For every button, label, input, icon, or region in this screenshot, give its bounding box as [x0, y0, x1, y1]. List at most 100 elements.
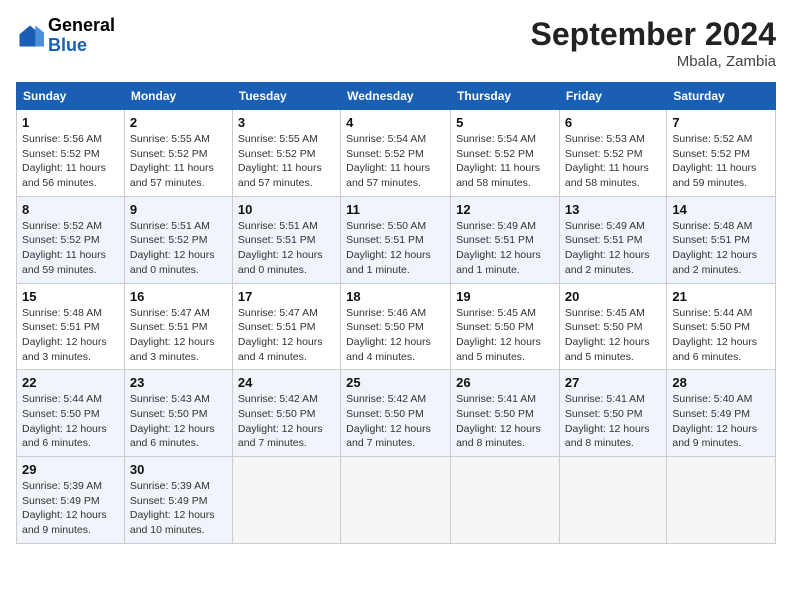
day-info: Sunrise: 5:54 AM Sunset: 5:52 PM Dayligh… [346, 132, 445, 191]
day-number: 18 [346, 289, 445, 304]
table-row: 13 Sunrise: 5:49 AM Sunset: 5:51 PM Dayl… [559, 196, 666, 283]
calendar-row: 8 Sunrise: 5:52 AM Sunset: 5:52 PM Dayli… [17, 196, 776, 283]
day-info: Sunrise: 5:46 AM Sunset: 5:50 PM Dayligh… [346, 306, 445, 365]
calendar-header-row: Sunday Monday Tuesday Wednesday Thursday… [17, 83, 776, 110]
title-section: September 2024 Mbala, Zambia [531, 16, 776, 70]
day-info: Sunrise: 5:51 AM Sunset: 5:51 PM Dayligh… [238, 219, 335, 278]
table-row: 19 Sunrise: 5:45 AM Sunset: 5:50 PM Dayl… [451, 283, 560, 370]
col-tuesday: Tuesday [232, 83, 340, 110]
day-number: 20 [565, 289, 661, 304]
calendar-row: 29 Sunrise: 5:39 AM Sunset: 5:49 PM Dayl… [17, 457, 776, 544]
col-saturday: Saturday [667, 83, 776, 110]
day-info: Sunrise: 5:45 AM Sunset: 5:50 PM Dayligh… [456, 306, 554, 365]
day-info: Sunrise: 5:54 AM Sunset: 5:52 PM Dayligh… [456, 132, 554, 191]
day-info: Sunrise: 5:49 AM Sunset: 5:51 PM Dayligh… [565, 219, 661, 278]
day-number: 15 [22, 289, 119, 304]
logo-icon [16, 22, 44, 50]
day-info: Sunrise: 5:53 AM Sunset: 5:52 PM Dayligh… [565, 132, 661, 191]
day-info: Sunrise: 5:55 AM Sunset: 5:52 PM Dayligh… [238, 132, 335, 191]
day-info: Sunrise: 5:41 AM Sunset: 5:50 PM Dayligh… [456, 392, 554, 451]
table-row: 21 Sunrise: 5:44 AM Sunset: 5:50 PM Dayl… [667, 283, 776, 370]
day-number: 1 [22, 115, 119, 130]
day-info: Sunrise: 5:39 AM Sunset: 5:49 PM Dayligh… [22, 479, 119, 538]
day-number: 9 [130, 202, 227, 217]
day-info: Sunrise: 5:55 AM Sunset: 5:52 PM Dayligh… [130, 132, 227, 191]
day-number: 28 [672, 375, 770, 390]
day-info: Sunrise: 5:39 AM Sunset: 5:49 PM Dayligh… [130, 479, 227, 538]
day-number: 13 [565, 202, 661, 217]
table-row [559, 457, 666, 544]
day-number: 12 [456, 202, 554, 217]
day-number: 26 [456, 375, 554, 390]
table-row: 8 Sunrise: 5:52 AM Sunset: 5:52 PM Dayli… [17, 196, 125, 283]
table-row: 12 Sunrise: 5:49 AM Sunset: 5:51 PM Dayl… [451, 196, 560, 283]
logo-blue: Blue [48, 36, 115, 56]
table-row: 15 Sunrise: 5:48 AM Sunset: 5:51 PM Dayl… [17, 283, 125, 370]
day-info: Sunrise: 5:40 AM Sunset: 5:49 PM Dayligh… [672, 392, 770, 451]
day-info: Sunrise: 5:41 AM Sunset: 5:50 PM Dayligh… [565, 392, 661, 451]
day-number: 2 [130, 115, 227, 130]
table-row [341, 457, 451, 544]
day-info: Sunrise: 5:49 AM Sunset: 5:51 PM Dayligh… [456, 219, 554, 278]
day-number: 14 [672, 202, 770, 217]
col-wednesday: Wednesday [341, 83, 451, 110]
day-number: 3 [238, 115, 335, 130]
day-number: 25 [346, 375, 445, 390]
table-row: 11 Sunrise: 5:50 AM Sunset: 5:51 PM Dayl… [341, 196, 451, 283]
day-number: 27 [565, 375, 661, 390]
day-info: Sunrise: 5:52 AM Sunset: 5:52 PM Dayligh… [22, 219, 119, 278]
day-info: Sunrise: 5:44 AM Sunset: 5:50 PM Dayligh… [672, 306, 770, 365]
table-row: 29 Sunrise: 5:39 AM Sunset: 5:49 PM Dayl… [17, 457, 125, 544]
table-row: 6 Sunrise: 5:53 AM Sunset: 5:52 PM Dayli… [559, 110, 666, 197]
day-number: 24 [238, 375, 335, 390]
table-row [667, 457, 776, 544]
day-info: Sunrise: 5:42 AM Sunset: 5:50 PM Dayligh… [346, 392, 445, 451]
logo: General Blue [16, 16, 115, 56]
table-row: 27 Sunrise: 5:41 AM Sunset: 5:50 PM Dayl… [559, 370, 666, 457]
day-info: Sunrise: 5:51 AM Sunset: 5:52 PM Dayligh… [130, 219, 227, 278]
day-info: Sunrise: 5:43 AM Sunset: 5:50 PM Dayligh… [130, 392, 227, 451]
table-row: 30 Sunrise: 5:39 AM Sunset: 5:49 PM Dayl… [124, 457, 232, 544]
location: Mbala, Zambia [531, 53, 776, 70]
day-info: Sunrise: 5:44 AM Sunset: 5:50 PM Dayligh… [22, 392, 119, 451]
table-row: 1 Sunrise: 5:56 AM Sunset: 5:52 PM Dayli… [17, 110, 125, 197]
table-row: 4 Sunrise: 5:54 AM Sunset: 5:52 PM Dayli… [341, 110, 451, 197]
table-row: 24 Sunrise: 5:42 AM Sunset: 5:50 PM Dayl… [232, 370, 340, 457]
day-number: 5 [456, 115, 554, 130]
day-number: 8 [22, 202, 119, 217]
day-info: Sunrise: 5:42 AM Sunset: 5:50 PM Dayligh… [238, 392, 335, 451]
table-row: 22 Sunrise: 5:44 AM Sunset: 5:50 PM Dayl… [17, 370, 125, 457]
table-row: 20 Sunrise: 5:45 AM Sunset: 5:50 PM Dayl… [559, 283, 666, 370]
day-number: 11 [346, 202, 445, 217]
day-info: Sunrise: 5:47 AM Sunset: 5:51 PM Dayligh… [130, 306, 227, 365]
day-number: 19 [456, 289, 554, 304]
day-number: 4 [346, 115, 445, 130]
table-row: 3 Sunrise: 5:55 AM Sunset: 5:52 PM Dayli… [232, 110, 340, 197]
table-row: 7 Sunrise: 5:52 AM Sunset: 5:52 PM Dayli… [667, 110, 776, 197]
table-row: 10 Sunrise: 5:51 AM Sunset: 5:51 PM Dayl… [232, 196, 340, 283]
col-friday: Friday [559, 83, 666, 110]
month-year: September 2024 [531, 16, 776, 53]
day-info: Sunrise: 5:52 AM Sunset: 5:52 PM Dayligh… [672, 132, 770, 191]
day-info: Sunrise: 5:48 AM Sunset: 5:51 PM Dayligh… [672, 219, 770, 278]
col-sunday: Sunday [17, 83, 125, 110]
day-info: Sunrise: 5:47 AM Sunset: 5:51 PM Dayligh… [238, 306, 335, 365]
table-row [232, 457, 340, 544]
day-info: Sunrise: 5:56 AM Sunset: 5:52 PM Dayligh… [22, 132, 119, 191]
calendar-row: 15 Sunrise: 5:48 AM Sunset: 5:51 PM Dayl… [17, 283, 776, 370]
day-info: Sunrise: 5:48 AM Sunset: 5:51 PM Dayligh… [22, 306, 119, 365]
day-number: 22 [22, 375, 119, 390]
day-number: 29 [22, 462, 119, 477]
table-row: 5 Sunrise: 5:54 AM Sunset: 5:52 PM Dayli… [451, 110, 560, 197]
calendar-row: 22 Sunrise: 5:44 AM Sunset: 5:50 PM Dayl… [17, 370, 776, 457]
table-row: 16 Sunrise: 5:47 AM Sunset: 5:51 PM Dayl… [124, 283, 232, 370]
table-row: 23 Sunrise: 5:43 AM Sunset: 5:50 PM Dayl… [124, 370, 232, 457]
day-info: Sunrise: 5:45 AM Sunset: 5:50 PM Dayligh… [565, 306, 661, 365]
day-number: 30 [130, 462, 227, 477]
table-row [451, 457, 560, 544]
day-number: 7 [672, 115, 770, 130]
day-number: 10 [238, 202, 335, 217]
table-row: 28 Sunrise: 5:40 AM Sunset: 5:49 PM Dayl… [667, 370, 776, 457]
table-row: 17 Sunrise: 5:47 AM Sunset: 5:51 PM Dayl… [232, 283, 340, 370]
table-row: 25 Sunrise: 5:42 AM Sunset: 5:50 PM Dayl… [341, 370, 451, 457]
